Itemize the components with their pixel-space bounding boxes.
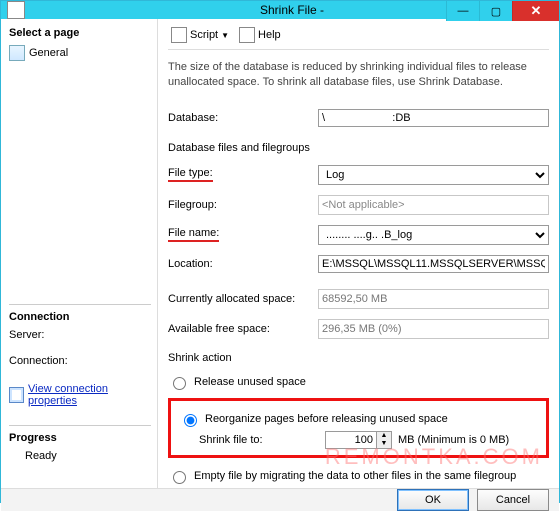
files-groups-title: Database files and filegroups xyxy=(168,142,549,154)
reorganize-radio[interactable] xyxy=(184,414,197,427)
progress-heading: Progress xyxy=(9,432,151,444)
allocated-label: Currently allocated space: xyxy=(168,293,318,305)
connection-label: Connection: xyxy=(9,355,68,367)
cancel-button[interactable]: Cancel xyxy=(477,489,549,511)
script-icon xyxy=(171,27,187,43)
empty-file-radio[interactable] xyxy=(173,471,186,484)
highlight-box: Reorganize pages before releasing unused… xyxy=(168,398,549,458)
shrink-to-value[interactable] xyxy=(325,431,377,449)
empty-file-label: Empty file by migrating the data to othe… xyxy=(194,470,516,482)
shrink-to-suffix: MB (Minimum is 0 MB) xyxy=(398,434,509,446)
shrink-file-dialog: Shrink File - — ▢ ✕ Select a page Genera… xyxy=(0,0,560,503)
script-label: Script xyxy=(190,29,218,41)
help-label: Help xyxy=(258,29,281,41)
server-label: Server: xyxy=(9,329,44,341)
spin-up[interactable]: ▲ xyxy=(377,432,391,440)
view-connection-properties-link[interactable]: View connection properties xyxy=(9,383,151,407)
filegroup-value: <Not applicable> xyxy=(318,195,549,215)
allocated-value: 68592,50 MB xyxy=(318,289,549,309)
location-label: Location: xyxy=(168,258,318,270)
page-general-label: General xyxy=(29,47,68,59)
left-pane: Select a page General Connection Server:… xyxy=(1,19,158,488)
script-menu[interactable]: Script ▼ xyxy=(168,25,232,45)
shrink-to-label: Shrink file to: xyxy=(199,434,319,446)
chevron-down-icon: ▼ xyxy=(221,31,229,40)
main-pane: Script ▼ Help The size of the database i… xyxy=(158,19,559,488)
progress-status: Ready xyxy=(9,450,151,462)
page-icon xyxy=(9,45,25,61)
connection-heading: Connection xyxy=(9,311,151,323)
database-label: Database: xyxy=(168,112,318,124)
select-page-heading: Select a page xyxy=(9,27,151,39)
file-type-label: File type: xyxy=(168,167,213,182)
maximize-button[interactable]: ▢ xyxy=(479,1,512,21)
reorganize-label: Reorganize pages before releasing unused… xyxy=(205,413,448,425)
titlebar: Shrink File - — ▢ ✕ xyxy=(1,1,559,19)
database-field[interactable] xyxy=(318,109,549,127)
help-menu[interactable]: Help xyxy=(236,25,284,45)
view-connection-properties-label: View connection properties xyxy=(28,383,151,407)
free-label: Available free space: xyxy=(168,323,318,335)
file-type-select[interactable]: Log xyxy=(318,165,549,185)
dialog-footer: OK Cancel xyxy=(1,488,559,511)
page-general[interactable]: General xyxy=(9,45,151,61)
file-name-label: File name: xyxy=(168,227,219,242)
close-button[interactable]: ✕ xyxy=(512,1,559,21)
help-icon xyxy=(239,27,255,43)
ok-button[interactable]: OK xyxy=(397,489,469,511)
filegroup-label: Filegroup: xyxy=(168,199,318,211)
properties-icon xyxy=(9,387,24,403)
description-text: The size of the database is reduced by s… xyxy=(168,60,549,90)
free-value: 296,35 MB (0%) xyxy=(318,319,549,339)
shrink-action-title: Shrink action xyxy=(168,352,549,364)
release-unused-radio[interactable] xyxy=(173,377,186,390)
location-field[interactable] xyxy=(318,255,549,273)
file-name-select[interactable]: ........ ....g.. .B_log xyxy=(318,225,549,245)
minimize-button[interactable]: — xyxy=(446,1,479,21)
spin-down[interactable]: ▼ xyxy=(377,440,391,448)
app-icon xyxy=(7,1,25,19)
release-unused-label: Release unused space xyxy=(194,376,306,388)
